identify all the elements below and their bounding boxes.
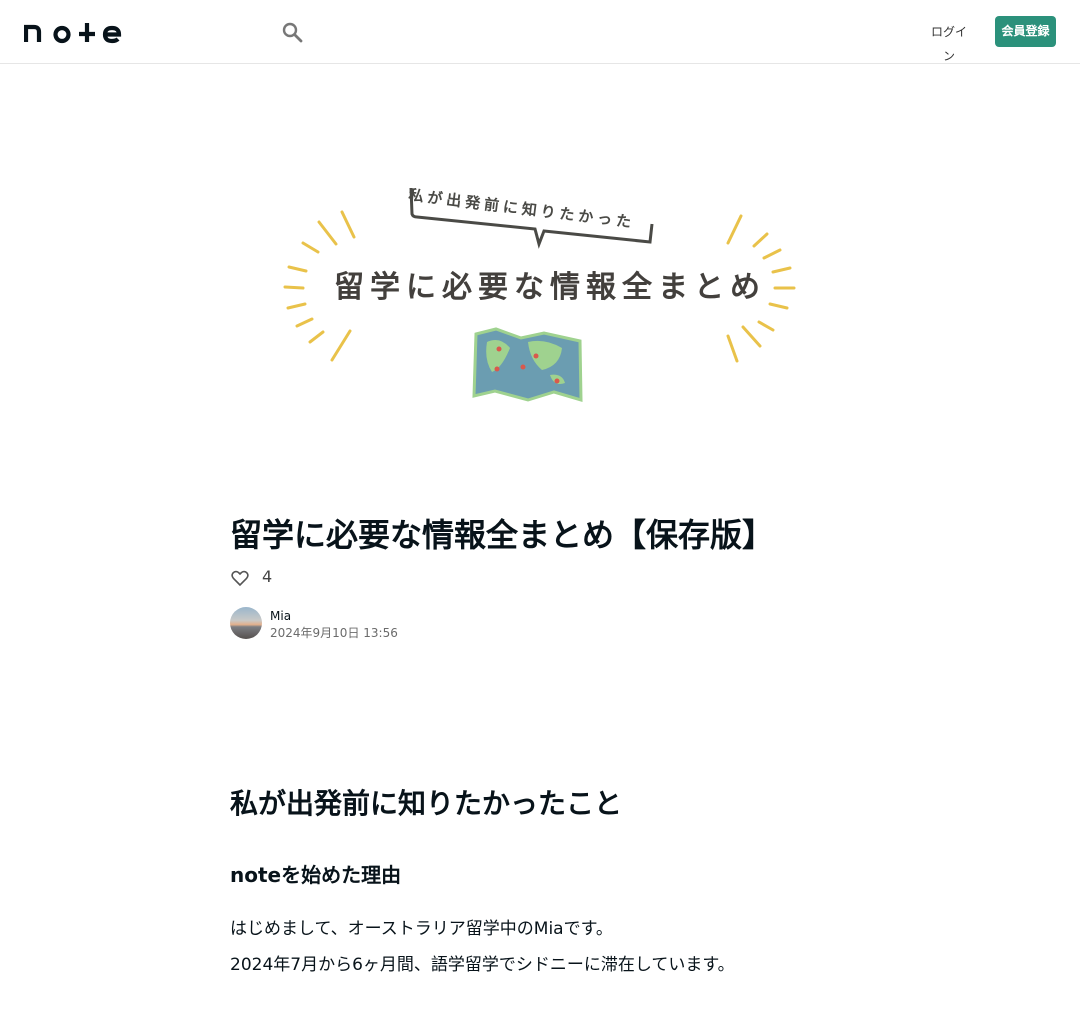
like-row: 4 xyxy=(230,566,350,590)
author-info: Mia 2024年9月10日 13:56 xyxy=(230,607,530,641)
world-map-icon xyxy=(472,327,583,403)
avatar[interactable] xyxy=(230,607,262,639)
section-heading: 私が出発前に知りたかったこと xyxy=(230,787,623,820)
publish-date: 2024年9月10日 13:56 xyxy=(270,626,398,640)
body-paragraph: はじめまして、オーストラリア留学中のMiaです。 xyxy=(230,919,613,939)
section-subheading: noteを始めた理由 xyxy=(230,863,402,887)
body-paragraph: 2024年7月から6ヶ月間、語学留学でシドニーに滞在しています。 xyxy=(230,955,735,975)
hero-image: 私が出発前に知りたかった 留学に必要な情報全まとめ xyxy=(270,170,810,410)
site-header: note ログイン 会員登録 xyxy=(0,0,1080,64)
article-title: 留学に必要な情報全まとめ【保存版】 xyxy=(230,516,775,554)
like-count[interactable]: 4 xyxy=(262,566,272,588)
note-logo[interactable]: note xyxy=(24,18,124,46)
login-link[interactable]: ログイン xyxy=(926,20,972,63)
heart-icon[interactable] xyxy=(230,568,250,588)
author-name[interactable]: Mia xyxy=(270,607,291,625)
register-button[interactable]: 会員登録 xyxy=(995,16,1056,47)
hero-main-text: 留学に必要な情報全まとめ xyxy=(334,270,766,305)
search-icon[interactable] xyxy=(280,20,304,44)
